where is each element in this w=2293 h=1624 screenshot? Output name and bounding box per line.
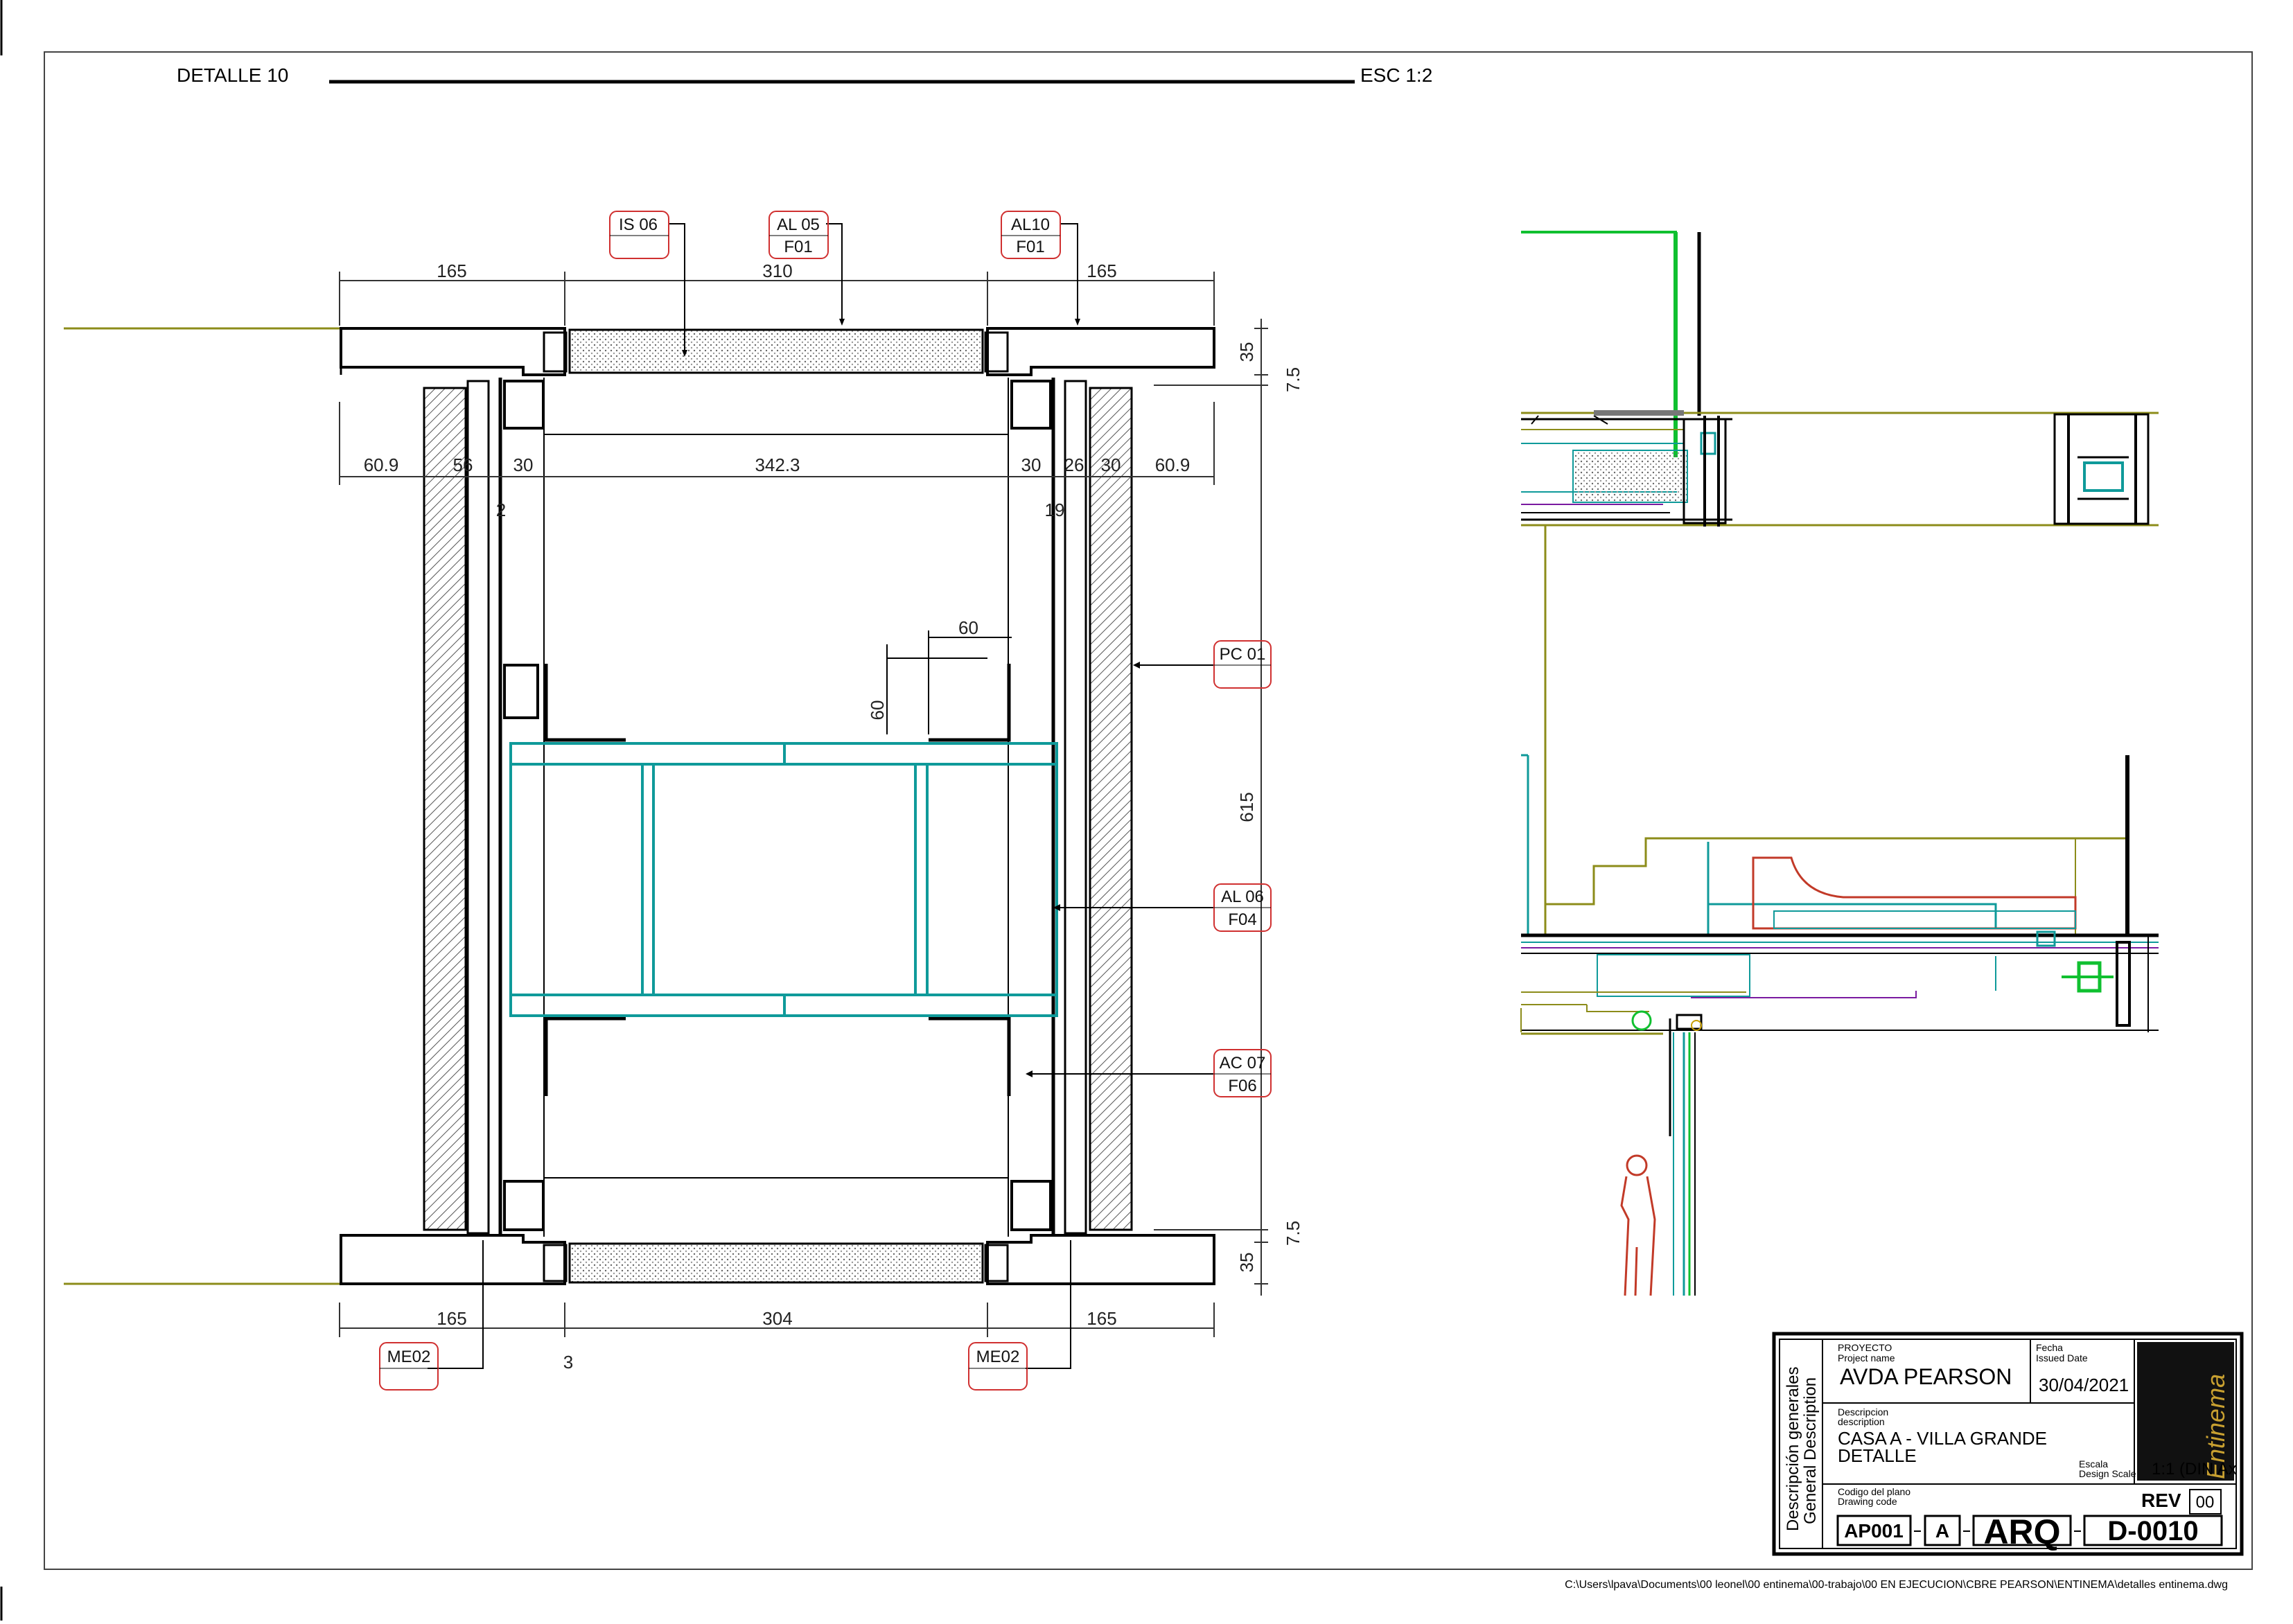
dim-60-h: 60 <box>958 617 978 638</box>
tag-ac07-sub: F06 <box>1228 1077 1256 1095</box>
tag-pc01-label: PC 01 <box>1220 645 1266 664</box>
tag-al05-sub: F01 <box>784 238 812 256</box>
plan-detail: 60 60 165 310 165 60.9 56 30 342.3 30 26… <box>64 211 1303 1391</box>
tb-code-label-en: Drawing code <box>1838 1496 1897 1507</box>
top-insulation-panel <box>568 328 984 374</box>
tag-is06: IS 06 <box>609 211 669 259</box>
right-wall-hatch <box>1089 387 1133 1231</box>
file-path: C:\Users\lpava\Documents\00 leonel\00 en… <box>1565 1579 2228 1591</box>
top-frame-right <box>986 327 1215 376</box>
detail-title: DETALLE 10 <box>177 64 288 86</box>
dim-right-7-5-bottom: 7.5 <box>1283 1221 1303 1246</box>
tb-scale-label-en: Design Scale <box>2079 1468 2136 1479</box>
scale-label: ESC 1:2 <box>1360 64 1432 86</box>
tag-al10: AL10 F01 <box>1001 211 1061 259</box>
tb-rev-label: REV <box>2141 1490 2181 1511</box>
tag-me02-left-label: ME02 <box>387 1348 431 1366</box>
tb-desc-label-en: description <box>1838 1416 1885 1427</box>
tag-al05-label: AL 05 <box>777 215 820 234</box>
tag-me02-right-label: ME02 <box>976 1348 1020 1366</box>
human-scale-figure <box>1620 1154 1656 1296</box>
top-frame-left <box>340 327 566 376</box>
tag-me02-left: ME02 <box>379 1342 439 1391</box>
tb-project-label-es: PROYECTO <box>1838 1342 1892 1353</box>
tb-side-label-1: Descripción generales <box>1784 1367 1802 1531</box>
tb-code-2: A <box>1935 1520 1949 1542</box>
tag-al10-label: AL10 <box>1011 215 1050 234</box>
cyan-frame <box>509 742 1058 1017</box>
tag-al10-sub: F01 <box>1016 238 1044 256</box>
bottom-frame-right <box>986 1234 1215 1285</box>
dim-bot-165-left: 165 <box>437 1308 466 1329</box>
dim-small-19: 19 <box>1045 500 1065 520</box>
dim-bot-3: 3 <box>563 1352 573 1373</box>
tag-ac07-label: AC 07 <box>1220 1054 1266 1073</box>
tb-code-3: ARQ <box>1983 1512 2060 1551</box>
dim-top-165-right: 165 <box>1087 261 1116 281</box>
drawing-sheet: DETALLE 10 ESC 1:2 60 60 165 310 165 60.… <box>0 0 2293 1621</box>
drawing-canvas: DETALLE 10 ESC 1:2 60 60 165 310 165 60.… <box>0 0 2253 1621</box>
tag-al05: AL 05 F01 <box>768 211 829 259</box>
dim-row-30-c: 30 <box>1101 454 1121 475</box>
title-block: Entinema Descripción generales General D… <box>1772 1332 2244 1556</box>
dim-row-60-9-right: 60.9 <box>1155 454 1191 475</box>
tb-code-1: AP001 <box>1844 1520 1904 1542</box>
dim-right-7-5-top: 7.5 <box>1283 367 1303 392</box>
dim-row-30-b: 30 <box>1021 454 1042 475</box>
tag-al06-sub: F04 <box>1228 910 1256 929</box>
tb-desc-line-2: DETALLE <box>1838 1445 1917 1466</box>
dim-small-2: 2 <box>496 500 506 520</box>
tag-is06-label: IS 06 <box>619 215 658 234</box>
dim-row-342-3: 342.3 <box>755 454 800 475</box>
tb-scale-value: 1:1 (DIN Ax <box>2152 1460 2237 1479</box>
tb-code-4: D-0010 <box>2107 1516 2198 1546</box>
bottom-insulation-panel <box>568 1242 984 1284</box>
tb-side-label-2: General Description <box>1801 1377 1820 1524</box>
dim-row-26: 26 <box>1064 454 1084 475</box>
left-wall-hatch <box>423 387 467 1231</box>
tb-date-label-es: Fecha <box>2036 1342 2063 1353</box>
tag-ac07: AC 07 F06 <box>1213 1049 1272 1097</box>
dim-row-30-a: 30 <box>513 454 534 475</box>
dim-row-60-9-left: 60.9 <box>364 454 399 475</box>
dim-right-615: 615 <box>1236 792 1257 822</box>
tb-rev-value: 00 <box>2196 1493 2215 1512</box>
tag-pc01: PC 01 <box>1213 640 1272 689</box>
tb-project-label-en: Project name <box>1838 1352 1895 1363</box>
tb-project-name: AVDA PEARSON <box>1840 1364 2012 1389</box>
tag-al06-label: AL 06 <box>1221 888 1264 906</box>
dim-right-35-top: 35 <box>1236 342 1257 362</box>
bottom-frame-left <box>340 1234 566 1285</box>
dim-row-56: 56 <box>453 454 473 475</box>
dim-bot-304: 304 <box>762 1308 792 1329</box>
dim-bot-165-right: 165 <box>1087 1308 1116 1329</box>
dim-right-35-bottom: 35 <box>1236 1253 1257 1273</box>
dim-top-165-left: 165 <box>437 261 466 281</box>
tb-date: 30/04/2021 <box>2039 1375 2129 1395</box>
section-detail <box>1520 231 2159 1296</box>
tag-me02-right: ME02 <box>968 1342 1028 1391</box>
dim-top-310: 310 <box>762 261 792 281</box>
tag-al06: AL 06 F04 <box>1213 883 1272 932</box>
dim-60-v: 60 <box>867 700 888 721</box>
tb-date-label-en: Issued Date <box>2036 1352 2088 1363</box>
